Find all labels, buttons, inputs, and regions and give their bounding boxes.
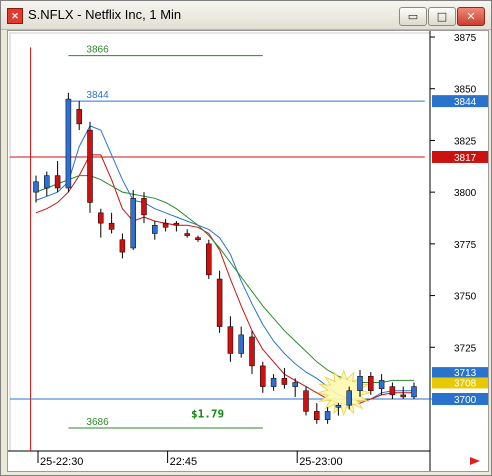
candle-body: [357, 375, 363, 391]
window-title: S.NFLX - Netflix Inc, 1 Min: [28, 7, 182, 22]
chart-area[interactable]: 3875 3850 3825 3800 3775 3750 3725 25-22:30 22:4…: [7, 30, 489, 472]
candle-body: [195, 237, 201, 240]
y-tick-label: 3750: [454, 292, 477, 303]
title-bar[interactable]: ✕ S.NFLX - Netflix Inc, 1 Min ▭ □ ✕: [1, 1, 491, 30]
candle-body: [184, 233, 190, 236]
chart-window: ✕ S.NFLX - Netflix Inc, 1 Min ▭ □ ✕ 3875…: [0, 0, 492, 476]
candlestick-chart: 3875 3850 3825 3800 3775 3750 3725 25-22:30 22:4…: [8, 31, 488, 471]
candle-body: [216, 278, 223, 327]
level-label: 3844: [86, 90, 109, 101]
price-tag-label: 3708: [454, 378, 477, 389]
profit-annotation: $1.79: [191, 407, 224, 420]
candle-body: [98, 212, 104, 224]
x-tick-label: 25-22:30: [40, 456, 83, 468]
candle-body: [346, 390, 352, 406]
y-tick-label: 3800: [454, 188, 477, 199]
candle-body: [54, 175, 61, 189]
candle-body: [249, 336, 255, 367]
candle-body: [162, 222, 169, 228]
x-tick-label: 25-23:00: [299, 456, 342, 468]
candle-body: [292, 382, 298, 387]
candle-body: [87, 129, 93, 203]
candle-body: [238, 334, 244, 354]
price-tag-label: 3700: [454, 395, 477, 406]
candle-body: [400, 394, 406, 398]
candle-body: [206, 243, 212, 276]
candle-body: [303, 390, 309, 412]
y-tick-label: 3875: [454, 33, 477, 44]
level-label: 3866: [86, 45, 109, 56]
candle-body: [173, 222, 180, 226]
close-button[interactable]: ✕: [457, 7, 485, 26]
y-tick-label: 3825: [454, 136, 477, 147]
candle-body: [227, 326, 234, 354]
y-tick-label: 3775: [454, 240, 477, 251]
candle-body: [44, 175, 50, 189]
price-tag-label: 3817: [454, 153, 477, 164]
candle-body: [270, 378, 277, 387]
plot-background: [9, 32, 431, 452]
price-tag-label: 3844: [454, 97, 477, 108]
candle-body: [65, 98, 72, 189]
minimize-button[interactable]: ▭: [399, 7, 427, 26]
candle-body: [324, 411, 331, 420]
candle-body: [335, 404, 342, 408]
app-icon: ✕: [7, 8, 23, 24]
candle-body: [119, 239, 126, 253]
x-tick-label: 22:45: [170, 456, 198, 468]
candle-body: [141, 198, 147, 216]
y-tick-label: 3850: [454, 85, 477, 96]
candle-body: [33, 181, 39, 193]
candle-body: [130, 198, 136, 249]
candle-body: [76, 109, 82, 125]
maximize-button[interactable]: □: [428, 7, 456, 26]
candle-body: [108, 222, 115, 230]
candle-body: [378, 380, 385, 389]
scroll-right-arrow-icon: [470, 457, 480, 465]
candle-body: [389, 386, 396, 396]
candle-body: [281, 378, 288, 385]
candle-body: [152, 224, 158, 234]
level-label: 3686: [86, 417, 109, 428]
candle-body: [260, 365, 266, 387]
y-tick-label: 3725: [454, 343, 477, 354]
candle-body: [368, 375, 374, 391]
candle-body: [314, 411, 320, 420]
candle-body: [411, 386, 417, 398]
